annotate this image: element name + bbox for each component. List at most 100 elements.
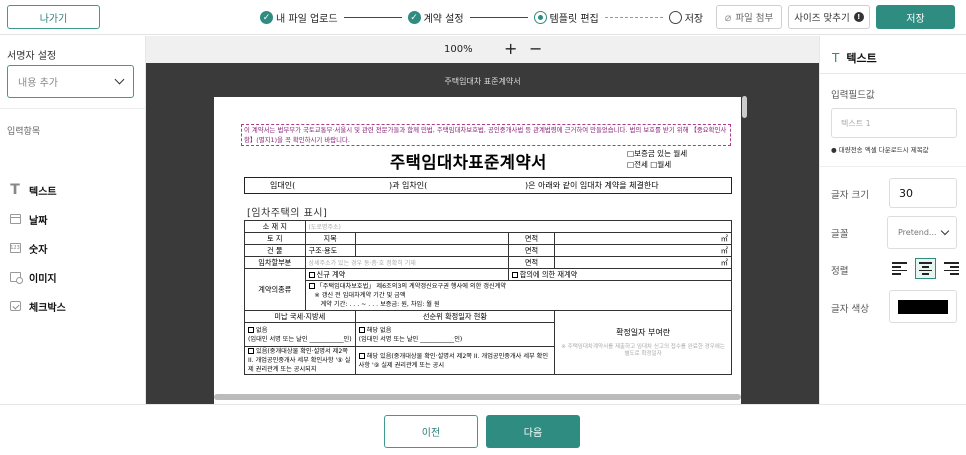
checkbox[interactable] bbox=[511, 271, 518, 278]
contract-notice: 이 계약서는 법무부가 국토교통부·서울시 및 관련 전문가들과 함께 민법, … bbox=[241, 124, 731, 146]
checkbox-icon bbox=[9, 300, 21, 312]
zoom-out-button[interactable]: − bbox=[529, 39, 542, 58]
font-family-select[interactable]: Pretend... bbox=[887, 216, 957, 249]
table-cell: 해당 없음 (임대인 서명 또는 날인 ___________인) bbox=[354, 322, 556, 347]
step-contract-settings[interactable]: ✓ 계약 설정 bbox=[407, 10, 464, 25]
table-cell: ㎡ bbox=[554, 244, 732, 257]
renewal-period: 계약 기간: . . . ~ . . . 보증금: 원, 차임: 월 원 bbox=[320, 301, 440, 308]
fit-size-label: 사이즈 맞추기 bbox=[794, 13, 850, 24]
table-cell: 소 재 지 bbox=[244, 220, 306, 233]
tax-none-label: 없음 bbox=[256, 326, 268, 334]
text-color-label: 글자 색상 bbox=[831, 304, 869, 315]
step-connector bbox=[343, 17, 402, 18]
step-label: 저장 bbox=[684, 14, 704, 25]
attach-file-button[interactable]: ⌀ 파일 첨부 bbox=[716, 5, 782, 29]
checkbox[interactable] bbox=[358, 352, 365, 359]
property-table: 소 재 지 (도로명주소) 토 지 지목 면적 ㎡ 건 물 구조·용도 면적 ㎡… bbox=[244, 220, 733, 375]
table-row: 미납 국세·지방세 선순위 확정일자 현황 확정일자 부여란 ※ 주택임대차계약… bbox=[244, 310, 732, 375]
bottom-bar: 이전 다음 bbox=[0, 404, 966, 455]
table-row: 토 지 지목 면적 ㎡ bbox=[244, 232, 732, 245]
properties-panel: T 텍스트 입력필드값 텍스트 1 ● 대량전송 엑셀 다운로드시 제목값 글자… bbox=[819, 36, 966, 404]
table-cell: 미납 국세·지방세 bbox=[244, 310, 356, 323]
agreement-text: )은 아래와 같이 임대차 계약을 체결한다 bbox=[525, 181, 659, 190]
number-icon: 123 bbox=[9, 243, 21, 253]
exit-button[interactable]: 나가기 bbox=[7, 5, 100, 29]
step-upload[interactable]: ✓ 내 파일 업로드 bbox=[260, 10, 338, 25]
table-cell: 계약의종류 bbox=[244, 268, 306, 311]
step-template-edit[interactable]: 템플릿 편집 bbox=[533, 10, 599, 25]
party-row: 임대인( )과 임차인( )은 아래와 같이 임대차 계약을 체결한다 bbox=[244, 177, 732, 194]
table-cell bbox=[354, 244, 509, 257]
top-bar: 나가기 ✓ 내 파일 업로드 ✓ 계약 설정 템플릿 편집 저장 ⌀ 파일 첨부… bbox=[0, 0, 966, 35]
signer-dropdown[interactable]: 내용 추가 bbox=[7, 65, 134, 98]
table-cell: 구조·용도 bbox=[304, 244, 356, 257]
table-cell: ㎡ bbox=[554, 232, 732, 245]
step-save[interactable]: 저장 bbox=[668, 10, 704, 25]
table-cell: 면적 bbox=[507, 232, 556, 245]
table-cell bbox=[354, 232, 509, 245]
stepper: ✓ 내 파일 업로드 ✓ 계약 설정 템플릿 편집 저장 bbox=[260, 9, 703, 26]
document-page[interactable]: 이 계약서는 법무부가 국토교통부·서울시 및 관련 전문가들과 함께 민법, … bbox=[214, 97, 741, 404]
input-field-label: 입력필드값 bbox=[831, 90, 875, 101]
excel-note: ● 대량전송 엑셀 다운로드시 제목값 bbox=[831, 146, 929, 154]
align-buttons bbox=[889, 258, 962, 279]
table-cell: 「주택임대차보호법」 제6조의3의 계약갱신요구권 행사에 의한 갱신계약 ※ … bbox=[304, 280, 733, 311]
priority-none-label: 해당 없음 bbox=[366, 326, 392, 334]
fixed-date-label: 확정일자 부여란 bbox=[616, 328, 671, 337]
checkbox[interactable] bbox=[248, 326, 254, 333]
fixed-date-note: ※ 주택임대차계약서를 제출하고 임대차 신고의 접수를 완료한 경우에는 별도… bbox=[561, 344, 725, 357]
signer-settings-title: 서명자 설정 bbox=[7, 51, 57, 62]
step-label: 템플릿 편집 bbox=[549, 14, 599, 25]
tax-exists-label: 있음(중개대상물 확인·설명서 제2쪽 II. 개업공인중개사 세부 확인사항 … bbox=[248, 348, 351, 373]
table-cell: 건 물 bbox=[244, 244, 306, 257]
text-color-picker[interactable] bbox=[889, 290, 957, 323]
vertical-scrollbar[interactable] bbox=[742, 96, 747, 118]
lessor-label: 임대인( bbox=[270, 181, 296, 190]
document-canvas[interactable]: 100% + − 주택임대차 표준계약서 이 계약서는 법무부가 국토교통부·서… bbox=[146, 36, 819, 404]
align-center-button[interactable] bbox=[915, 258, 936, 279]
align-left-button[interactable] bbox=[889, 258, 910, 279]
text-icon: T bbox=[832, 51, 840, 65]
field-value-input[interactable]: 텍스트 1 bbox=[831, 108, 957, 138]
kind-deposit-monthly[interactable]: □보증금 있는 월세 bbox=[627, 148, 687, 159]
field-item-checkbox[interactable]: 체크박스 bbox=[9, 298, 66, 314]
table-row: 소 재 지 (도로명주소) bbox=[244, 220, 733, 233]
field-item-number[interactable]: 123 숫자 bbox=[9, 240, 47, 256]
section-title: [임차주택의 표시] bbox=[247, 208, 328, 219]
step-connector bbox=[604, 17, 663, 18]
kind-jeonse-monthly[interactable]: □전세 □월세 bbox=[627, 159, 687, 170]
fit-size-button[interactable]: 사이즈 맞추기 ! bbox=[788, 5, 870, 29]
save-button[interactable]: 저장 bbox=[876, 5, 955, 29]
table-cell: 지목 bbox=[304, 232, 356, 245]
next-button[interactable]: 다음 bbox=[486, 415, 580, 448]
font-family-value: Pretend... bbox=[898, 228, 937, 237]
table-cell: ㎡ bbox=[554, 256, 732, 269]
checkbox[interactable] bbox=[308, 283, 315, 289]
font-family-label: 글꼴 bbox=[831, 229, 849, 240]
field-item-date[interactable]: 날짜 bbox=[9, 211, 47, 227]
table-cell: 상세주소가 있는 경우 동·층·호 정확히 기재 bbox=[304, 256, 509, 269]
field-item-image[interactable]: 이미지 bbox=[9, 269, 57, 285]
field-item-text[interactable]: T 텍스트 bbox=[9, 182, 57, 198]
checkbox[interactable] bbox=[308, 271, 315, 278]
zoom-in-button[interactable]: + bbox=[504, 39, 517, 58]
prev-button[interactable]: 이전 bbox=[384, 415, 478, 448]
table-cell: 선순위 확정일자 현황 bbox=[354, 310, 556, 323]
sign-note: (임대인 서명 또는 날인 ___________인) bbox=[248, 335, 352, 343]
table-cell: 면적 bbox=[507, 244, 556, 257]
field-item-label: 텍스트 bbox=[29, 186, 57, 198]
table-row: 임차할부분 상세주소가 있는 경우 동·층·호 정확히 기재 면적 ㎡ bbox=[244, 256, 732, 269]
font-size-input[interactable]: 30 bbox=[889, 178, 957, 208]
text-icon: T bbox=[10, 182, 20, 198]
horizontal-scrollbar[interactable] bbox=[214, 394, 741, 400]
field-item-label: 숫자 bbox=[29, 244, 48, 256]
table-cell: 임차할부분 bbox=[244, 256, 306, 269]
checkbox[interactable] bbox=[248, 348, 254, 354]
info-icon: ! bbox=[853, 12, 864, 22]
align-right-button[interactable] bbox=[941, 258, 962, 279]
zoom-level: 100% bbox=[444, 44, 473, 55]
checkbox[interactable] bbox=[358, 326, 365, 333]
table-row: 계약의종류 신규 계약 합의에 의한 재계약 bbox=[244, 268, 733, 311]
location-hint: (도로명주소) bbox=[308, 224, 341, 231]
chevron-down-icon bbox=[114, 74, 125, 85]
